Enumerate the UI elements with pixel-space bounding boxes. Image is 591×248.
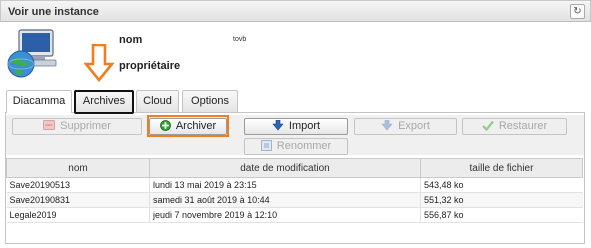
supprimer-button[interactable]: Supprimer (12, 118, 142, 135)
restaurer-button[interactable]: Restaurer (462, 118, 567, 135)
annotation-arrow-icon (84, 44, 114, 82)
renommer-button[interactable]: Renommer (244, 138, 348, 155)
archiver-button[interactable]: Archiver (149, 118, 227, 135)
cell-nom: Legale2019 (6, 207, 150, 223)
tab-diacamma[interactable]: Diacamma (6, 90, 72, 113)
column-header-date[interactable]: date de modification (149, 158, 421, 178)
archives-table: nom date de modification taille de fichi… (6, 158, 583, 223)
tab-options[interactable]: Options (182, 90, 238, 112)
export-button[interactable]: Export (354, 118, 457, 135)
proprietaire-label: propriétaire (119, 60, 181, 72)
window-title: Voir une instance (8, 6, 99, 18)
import-label: Import (288, 120, 321, 132)
table-header-row: nom date de modification taille de fichi… (6, 158, 583, 178)
table-row[interactable]: Legale2019 jeudi 7 novembre 2019 à 12:10… (6, 207, 583, 223)
import-icon (272, 119, 284, 131)
add-icon (159, 119, 171, 131)
column-header-nom[interactable]: nom (6, 158, 150, 178)
cell-taille: 543,48 ko (420, 177, 583, 193)
rename-icon (260, 139, 272, 151)
cell-taille: 556,87 ko (420, 207, 583, 223)
nom-label: nom (119, 34, 143, 46)
check-icon (482, 120, 494, 131)
restaurer-label: Restaurer (498, 120, 548, 132)
export-label: Export (398, 120, 430, 132)
archiver-label: Archiver (175, 120, 217, 132)
cell-date: lundi 13 mai 2019 à 23:15 (149, 177, 421, 193)
column-header-taille[interactable]: taille de fichier (420, 158, 583, 178)
tab-cloud[interactable]: Cloud (136, 90, 179, 112)
supprimer-label: Supprimer (60, 120, 111, 132)
cell-date: samedi 31 août 2019 à 10:44 (149, 192, 421, 208)
computer-icon (7, 29, 57, 78)
minus-icon (43, 120, 56, 131)
nom-value: tovb (233, 36, 247, 43)
cell-nom: Save20190513 (6, 177, 150, 193)
refresh-icon[interactable]: ↻ (570, 4, 585, 19)
cell-nom: Save20190831 (6, 192, 150, 208)
export-icon (381, 119, 393, 131)
table-row[interactable]: Save20190831 samedi 31 août 2019 à 10:44… (6, 192, 583, 208)
import-button[interactable]: Import (244, 118, 348, 135)
tab-archives[interactable]: Archives (75, 90, 133, 112)
cell-taille: 551,32 ko (420, 192, 583, 208)
window-titlebar: Voir une instance ↻ (0, 0, 591, 22)
table-row[interactable]: Save20190513 lundi 13 mai 2019 à 23:15 5… (6, 177, 583, 193)
renommer-label: Renommer (276, 140, 332, 152)
cell-date: jeudi 7 novembre 2019 à 12:10 (149, 207, 421, 223)
